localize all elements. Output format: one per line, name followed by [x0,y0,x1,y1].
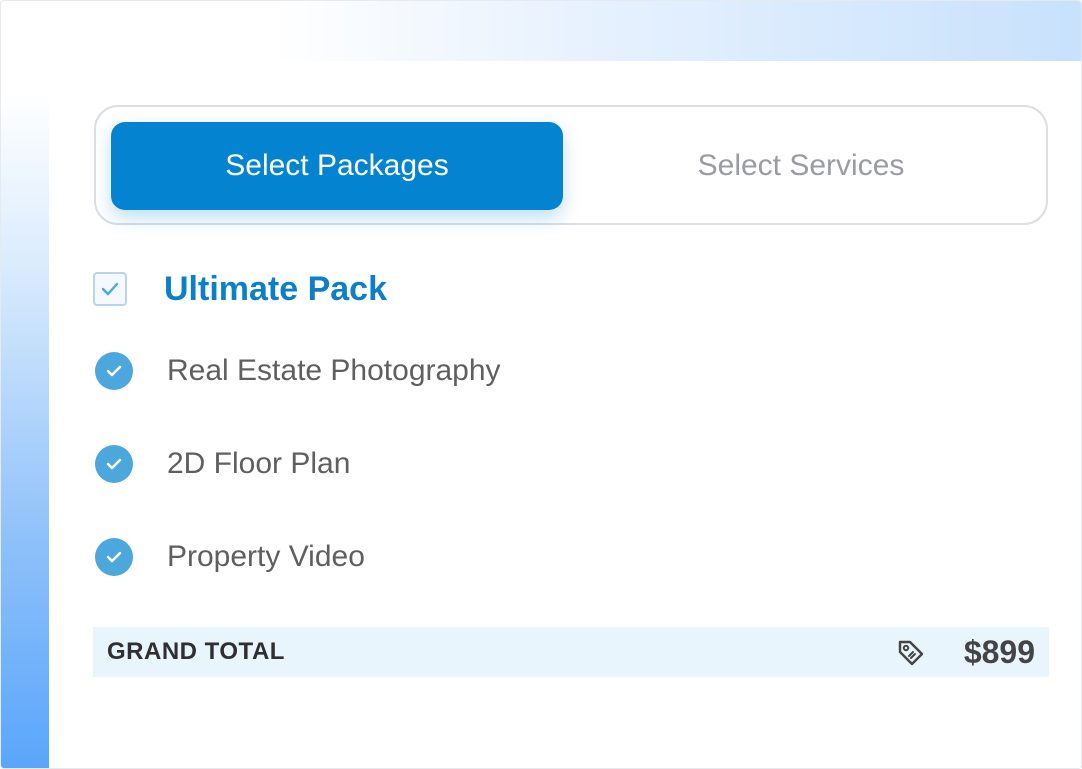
feature-item: 2D Floor Plan [95,444,350,484]
grand-total-bar: GRAND TOTAL $899 [93,627,1049,677]
tab-select-packages[interactable]: Select Packages [111,122,563,210]
price-tag-icon [898,640,924,666]
check-circle-icon [95,445,133,483]
check-circle-icon [95,352,133,390]
background-gradient-top [1,1,1081,61]
app-frame: Select Packages Select Services Ultimate… [0,0,1082,769]
package-header: Ultimate Pack [93,267,387,311]
feature-item: Property Video [95,537,365,577]
package-checkbox[interactable] [93,272,127,306]
package-title: Ultimate Pack [164,269,387,308]
feature-label: 2D Floor Plan [167,447,351,480]
feature-label: Real Estate Photography [167,354,501,387]
feature-label: Property Video [167,540,365,573]
check-circle-icon [95,538,133,576]
tab-switcher: Select Packages Select Services [94,105,1048,225]
tab-select-services[interactable]: Select Services [566,122,1036,210]
grand-total-amount: $899 [963,633,1035,670]
background-gradient-left [1,1,49,768]
grand-total-label: GRAND TOTAL [107,638,285,665]
checkmark-icon [101,282,119,296]
feature-item: Real Estate Photography [95,351,501,391]
